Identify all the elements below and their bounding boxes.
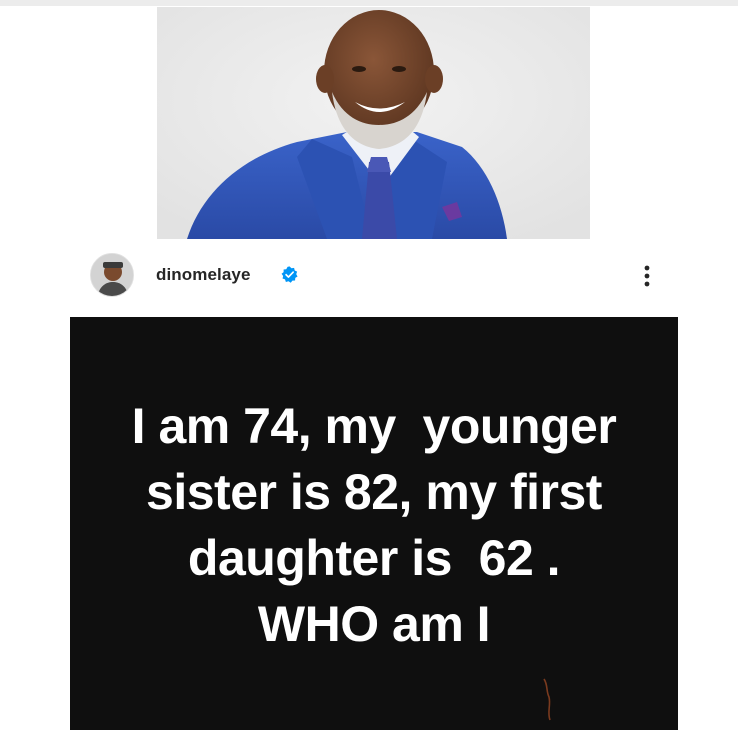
post-text-line: WHO am I [257,596,491,652]
scribble-mark [543,678,551,721]
post-text: I am 74, my younger sister is 82, my fir… [70,393,678,657]
avatar[interactable] [90,253,134,297]
more-options-icon[interactable] [635,261,659,291]
username[interactable]: dinomelaye [156,265,251,285]
portrait-photo [157,7,590,239]
post-text-line: daughter is 62 . [187,530,561,586]
post-image: I am 74, my younger sister is 82, my fir… [70,317,678,730]
verified-badge-icon [281,266,298,283]
post-text-line: I am 74, my younger [131,398,617,454]
post-header: dinomelaye [90,253,670,303]
top-divider [0,0,738,6]
post-text-line: sister is 82, my first [146,464,602,520]
